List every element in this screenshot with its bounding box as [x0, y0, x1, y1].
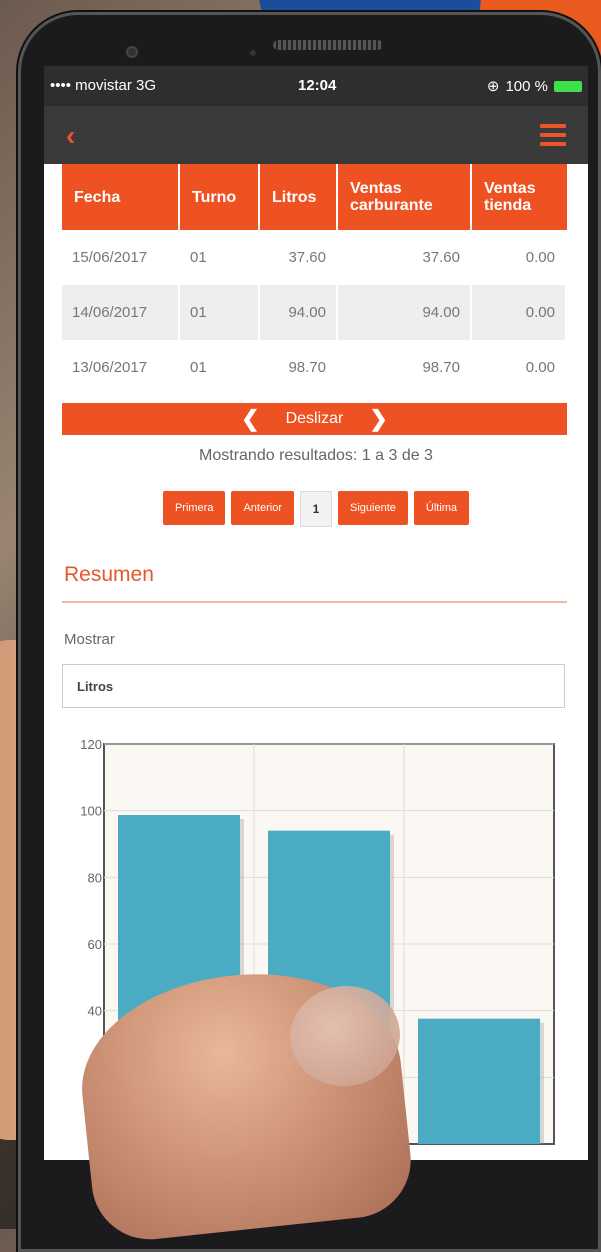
- results-summary: Mostrando resultados: 1 a 3 de 3: [199, 447, 433, 464]
- cell-turno: 01: [180, 340, 260, 395]
- table-row: 13/06/2017 01 98.70 98.70 0.00: [62, 340, 567, 395]
- cell-ventas-tienda: 0.00: [472, 230, 567, 285]
- clock: 12:04: [298, 77, 337, 94]
- cell-litros: 94.00: [260, 285, 338, 340]
- cell-turno: 01: [180, 230, 260, 285]
- y-tick-label: 100: [80, 804, 102, 819]
- col-turno: Turno: [180, 164, 260, 230]
- divider: [62, 601, 567, 603]
- first-page-button[interactable]: Primera: [162, 491, 226, 525]
- sales-table: Fecha Turno Litros Ventas carburante Ven…: [62, 164, 567, 395]
- hamburger-icon[interactable]: [540, 124, 566, 151]
- col-fecha: Fecha: [62, 164, 180, 230]
- carrier-label: •••• movistar 3G: [50, 77, 157, 94]
- y-tick-label: 60: [88, 937, 102, 952]
- front-camera-icon: [126, 46, 138, 58]
- metric-select[interactable]: Litros: [62, 664, 565, 708]
- cell-ventas-carburante: 94.00: [338, 285, 472, 340]
- main-content: Fecha Turno Litros Ventas carburante Ven…: [44, 164, 588, 708]
- table-row: 15/06/2017 01 37.60 37.60 0.00: [62, 230, 567, 285]
- col-ventas-carburante: Ventas carburante: [338, 164, 472, 230]
- back-icon[interactable]: ‹: [66, 120, 75, 152]
- cell-ventas-carburante: 98.70: [338, 340, 472, 395]
- swipe-label: Deslizar: [285, 410, 344, 427]
- table-row: 14/06/2017 01 94.00 94.00 0.00: [62, 285, 567, 340]
- col-litros: Litros: [260, 164, 338, 230]
- chevron-left-icon[interactable]: ❮: [241, 406, 259, 432]
- bar-15/06/2017: [418, 1018, 540, 1144]
- swipe-bar[interactable]: ❮ Deslizar ❯: [62, 403, 567, 435]
- phone-speaker: [273, 40, 383, 50]
- cell-turno: 01: [180, 285, 260, 340]
- y-tick-label: 80: [88, 870, 102, 885]
- col-ventas-tienda: Ventas tienda: [472, 164, 567, 230]
- prev-page-button[interactable]: Anterior: [231, 491, 294, 525]
- battery-icon: [554, 80, 582, 92]
- next-page-button[interactable]: Siguiente: [338, 491, 408, 525]
- status-bar: •••• movistar 3G 12:04 ⊕ 100 %: [44, 66, 588, 106]
- pagination: Primera Anterior 1 Siguiente Última: [44, 491, 588, 527]
- cell-fecha: 13/06/2017: [62, 340, 180, 395]
- cell-ventas-carburante: 37.60: [338, 230, 472, 285]
- cell-fecha: 15/06/2017: [62, 230, 180, 285]
- cell-litros: 37.60: [260, 230, 338, 285]
- section-title: Resumen: [64, 563, 154, 586]
- cell-litros: 98.70: [260, 340, 338, 395]
- current-page[interactable]: 1: [300, 491, 332, 527]
- alarm-icon: ⊕: [486, 78, 500, 95]
- cell-ventas-tienda: 0.00: [472, 340, 567, 395]
- battery-label: 100 %: [505, 77, 548, 95]
- cell-ventas-tienda: 0.00: [472, 285, 567, 340]
- battery-status: ⊕ 100 %: [487, 77, 582, 95]
- app-navbar: ‹: [44, 106, 588, 164]
- cell-fecha: 14/06/2017: [62, 285, 180, 340]
- chevron-right-icon[interactable]: ❯: [369, 406, 387, 432]
- y-tick-label: 120: [80, 737, 102, 752]
- sensor-icon: [250, 50, 256, 56]
- show-label: Mostrar: [64, 631, 115, 648]
- y-tick-label: 40: [88, 1004, 102, 1019]
- last-page-button[interactable]: Última: [413, 491, 470, 525]
